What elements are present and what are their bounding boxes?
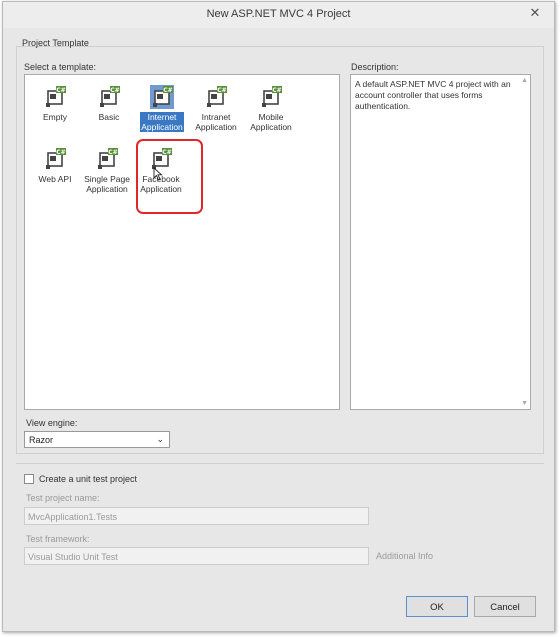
- test-framework-label: Test framework:: [26, 534, 90, 544]
- scroll-down-icon[interactable]: ▼: [521, 400, 528, 407]
- description-label: Description:: [351, 62, 399, 72]
- csharp-project-icon: C#: [46, 86, 66, 107]
- additional-info-link[interactable]: Additional Info: [376, 551, 433, 561]
- template-list: C# Empty C# Basic C# Internet Application: [24, 74, 340, 410]
- svg-text:C#: C#: [110, 87, 119, 94]
- template-intranet-application[interactable]: C# Intranet Application: [190, 79, 242, 133]
- svg-text:C#: C#: [162, 149, 171, 156]
- csharp-project-icon: C#: [150, 85, 174, 109]
- csharp-project-icon: C#: [100, 86, 120, 107]
- close-icon: ✕: [529, 5, 541, 20]
- divider: [16, 463, 544, 464]
- view-engine-value: Razor: [29, 435, 54, 445]
- mouse-cursor-icon: [153, 167, 163, 181]
- test-framework-select[interactable]: Visual Studio Unit Test: [24, 547, 369, 565]
- chevron-down-icon: ⌄: [156, 434, 164, 444]
- test-project-name-input[interactable]: MvcApplication1.Tests: [24, 507, 369, 525]
- template-empty[interactable]: C# Empty: [29, 79, 81, 133]
- template-label: Intranet: [201, 112, 231, 122]
- template-single-page-application[interactable]: C# Single Page Application: [81, 141, 133, 195]
- csharp-project-icon: C#: [262, 86, 282, 107]
- csharp-project-icon: C#: [46, 148, 66, 169]
- title-bar[interactable]: New ASP.NET MVC 4 Project ✕: [3, 2, 554, 28]
- svg-text:C#: C#: [163, 87, 172, 94]
- template-label: Web API: [38, 174, 72, 184]
- close-button[interactable]: ✕: [523, 4, 547, 22]
- create-unit-test-label[interactable]: Create a unit test project: [39, 474, 137, 484]
- svg-text:C#: C#: [217, 87, 226, 94]
- template-basic[interactable]: C# Basic: [83, 79, 135, 133]
- csharp-project-icon: C#: [207, 86, 227, 107]
- select-template-label: Select a template:: [24, 62, 97, 72]
- template-label: Empty: [42, 112, 68, 122]
- description-text: A default ASP.NET MVC 4 project with an …: [355, 79, 511, 111]
- svg-text:C#: C#: [56, 149, 65, 156]
- svg-text:C#: C#: [108, 149, 117, 156]
- view-engine-label: View engine:: [26, 418, 78, 428]
- window-title: New ASP.NET MVC 4 Project: [206, 8, 351, 20]
- svg-text:C#: C#: [56, 87, 65, 94]
- cancel-button[interactable]: Cancel: [474, 596, 536, 617]
- project-template-group-label: Project Template: [22, 38, 89, 48]
- template-label: Mobile: [258, 112, 284, 122]
- template-internet-application[interactable]: C# Internet Application: [136, 79, 188, 133]
- ok-button[interactable]: OK: [406, 596, 468, 617]
- template-label: Single Page: [84, 174, 130, 184]
- create-unit-test-checkbox[interactable]: [24, 474, 34, 484]
- description-box: A default ASP.NET MVC 4 project with an …: [350, 74, 531, 410]
- template-label: Internet: [147, 112, 177, 122]
- scroll-up-icon[interactable]: ▲: [521, 77, 528, 84]
- csharp-project-icon: C#: [98, 148, 118, 169]
- template-mobile-application[interactable]: C# Mobile Application: [245, 79, 297, 133]
- test-project-name-label: Test project name:: [26, 493, 100, 503]
- svg-text:C#: C#: [272, 87, 281, 94]
- template-label: Basic: [98, 112, 120, 122]
- view-engine-select[interactable]: Razor ⌄: [24, 431, 170, 448]
- template-web-api[interactable]: C# Web API: [29, 141, 81, 195]
